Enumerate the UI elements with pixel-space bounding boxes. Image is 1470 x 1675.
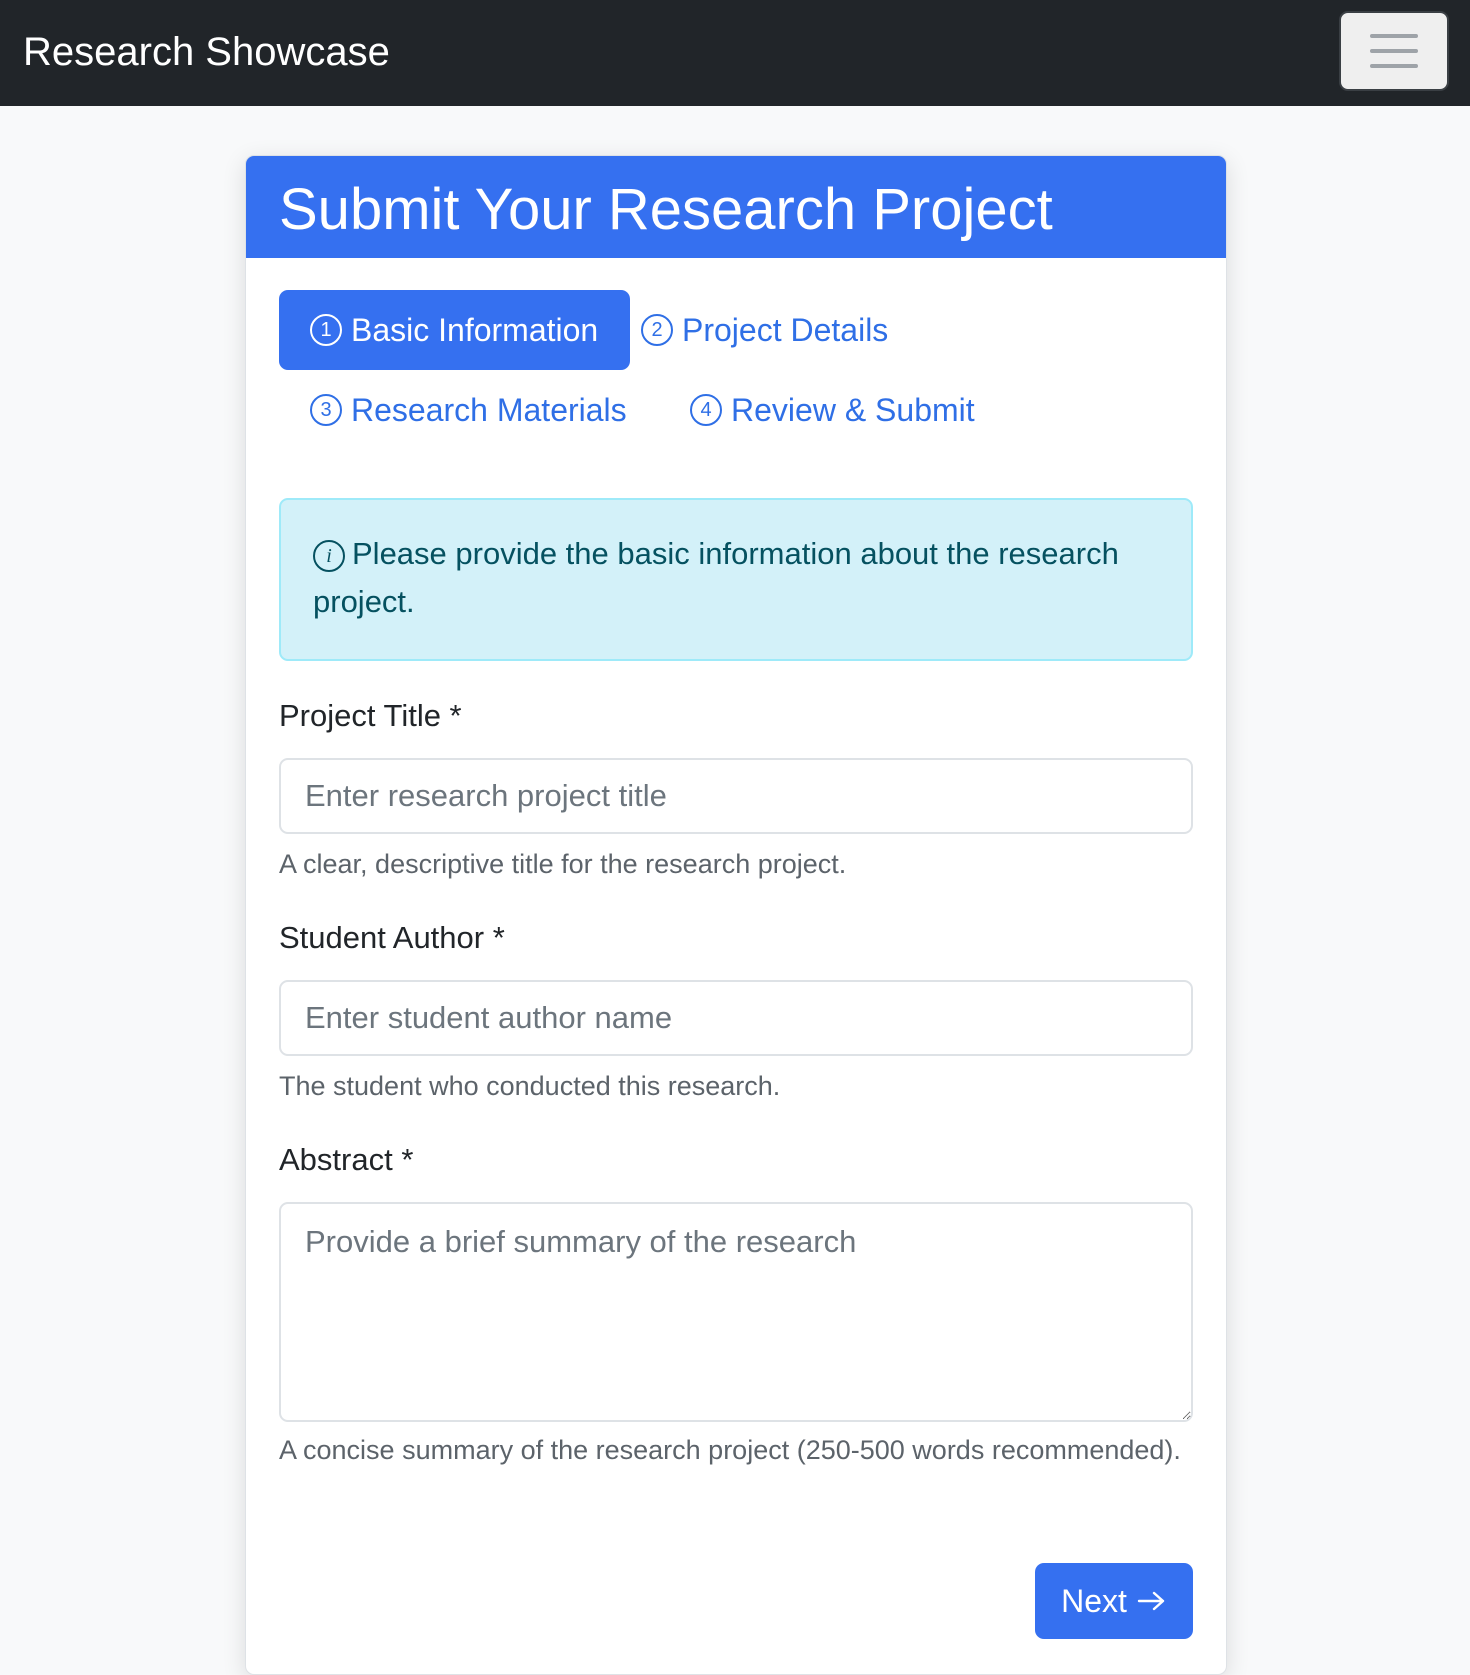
abstract-help: A concise summary of the research projec… xyxy=(279,1435,1181,1465)
page-title: Submit Your Research Project xyxy=(279,177,1053,242)
step-number-3-icon: 3 xyxy=(310,394,342,426)
hamburger-menu-icon xyxy=(1370,34,1418,38)
info-icon: i xyxy=(313,540,345,572)
step-label: Basic Information xyxy=(351,311,599,348)
info-alert: i Please provide the basic information ab… xyxy=(279,498,1193,661)
project-title-label: Project Title * xyxy=(279,698,462,733)
card-header: Submit Your Research Project xyxy=(246,156,1226,258)
step-number-4-icon: 4 xyxy=(690,394,722,426)
step-label: Review & Submit xyxy=(731,391,975,428)
abstract-label: Abstract * xyxy=(279,1142,414,1177)
navbar-toggler-button[interactable] xyxy=(1339,11,1449,91)
submission-card: Submit Your Research Project 1 Basic Inf… xyxy=(245,155,1227,1675)
tab-basic-information[interactable]: 1 Basic Information xyxy=(279,290,631,370)
arrow-right-icon xyxy=(1137,1591,1165,1611)
brand-link[interactable]: Research Showcase xyxy=(23,26,390,78)
tab-project-details[interactable]: 2 Project Details xyxy=(610,290,919,370)
step-number-2-icon: 2 xyxy=(641,314,673,346)
student-author-label: Student Author * xyxy=(279,920,505,955)
step-number-1-icon: 1 xyxy=(310,314,342,346)
alert-text: Please provide the basic information abo… xyxy=(313,536,1119,619)
project-title-input[interactable] xyxy=(279,758,1193,834)
project-title-help: A clear, descriptive title for the resea… xyxy=(279,849,847,879)
step-label: Project Details xyxy=(682,311,889,348)
student-author-input[interactable] xyxy=(279,980,1193,1056)
top-navbar: Research Showcase xyxy=(0,0,1470,106)
student-author-help: The student who conducted this research. xyxy=(279,1071,781,1101)
next-button[interactable]: Next xyxy=(1035,1563,1193,1639)
abstract-textarea[interactable] xyxy=(279,1202,1193,1422)
tab-research-materials[interactable]: 3 Research Materials xyxy=(279,370,658,450)
tab-review-submit[interactable]: 4 Review & Submit xyxy=(659,370,1006,450)
next-button-label: Next xyxy=(1061,1582,1127,1619)
step-label: Research Materials xyxy=(351,391,627,428)
